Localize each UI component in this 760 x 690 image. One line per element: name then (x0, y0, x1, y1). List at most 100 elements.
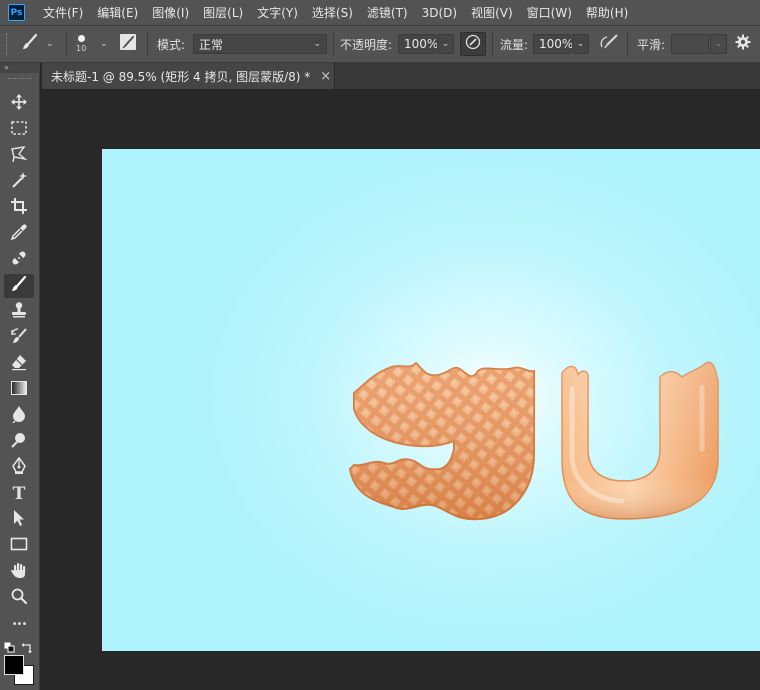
gradient-tool[interactable] (4, 378, 34, 402)
opacity-label: 不透明度: (340, 37, 393, 52)
magnifier-icon (10, 587, 28, 609)
smoothing-chevron-down-icon: ⌄ (714, 39, 723, 49)
flow-input[interactable]: 100% (533, 34, 574, 54)
foreground-color-swatch[interactable] (4, 655, 24, 675)
brush-tool[interactable] (4, 274, 34, 298)
panel-grip (8, 78, 32, 81)
airbrush-toggle[interactable] (598, 26, 620, 62)
healing-brush-tool[interactable] (4, 248, 34, 272)
more-tools[interactable]: ••• (4, 612, 34, 636)
gradient-icon (10, 380, 28, 400)
menu-type[interactable]: 文字(Y) (257, 4, 298, 21)
pressure-opacity-toggle[interactable] (460, 32, 486, 56)
gear-icon (735, 34, 751, 54)
document-tab-title: 未标题-1 @ 89.5% (矩形 4 拷贝, 图层蒙版/8) * (51, 69, 311, 84)
document-tab-bar: 未标题-1 @ 89.5% (矩形 4 拷贝, 图层蒙版/8) * × (42, 63, 760, 89)
brush-picker[interactable]: 10 (76, 26, 86, 62)
menu-select[interactable]: 选择(S) (312, 4, 353, 21)
document-canvas[interactable] (102, 149, 760, 651)
type-icon: T (12, 484, 26, 504)
flow-chevron-down-icon: ⌄ (576, 39, 585, 49)
opacity-input[interactable]: 100% (398, 34, 439, 54)
document-tab[interactable]: 未标题-1 @ 89.5% (矩形 4 拷贝, 图层蒙版/8) * × (42, 63, 335, 89)
blur-tool[interactable] (4, 404, 34, 428)
options-bar: ⌄ 10 ⌄ 模式: 正常 ⌄ 不透明度: 100% ⌄ 流量: 100% ⌄ … (0, 25, 760, 63)
brush-size: 10 (76, 44, 87, 53)
magic-wand-tool[interactable] (4, 170, 34, 194)
rectangle-icon (10, 536, 28, 556)
bandage-icon (10, 249, 28, 271)
airbrush-icon (598, 33, 620, 55)
crop-tool[interactable] (4, 196, 34, 220)
move-icon (10, 93, 28, 115)
menu-file[interactable]: 文件(F) (43, 4, 83, 21)
tools-panel: » T ••• (0, 63, 40, 690)
opacity-chevron-down-icon: ⌄ (441, 39, 450, 49)
tool-preset-picker[interactable]: ⌄ (20, 26, 54, 62)
smoothing-input[interactable] (671, 34, 709, 54)
menu-filter[interactable]: 滤镜(T) (367, 4, 408, 21)
crop-icon (10, 197, 28, 219)
polygonal-lasso-icon (10, 145, 28, 167)
eraser-tool[interactable] (4, 352, 34, 376)
eyedropper-tool[interactable] (4, 222, 34, 246)
preset-chevron-down-icon: ⌄ (46, 39, 54, 49)
waffle-letter-g (349, 362, 535, 521)
brush-icon (20, 32, 40, 56)
mode-value: 正常 (199, 37, 224, 52)
menu-view[interactable]: 视图(V) (471, 4, 513, 21)
arrow-cursor-icon (10, 509, 28, 531)
menu-layer[interactable]: 图层(L) (203, 4, 243, 21)
menu-window[interactable]: 窗口(W) (527, 4, 572, 21)
history-brush-icon (10, 327, 28, 349)
opacity-value: 100% (404, 37, 439, 51)
menu-help[interactable]: 帮助(H) (586, 4, 628, 21)
panel-collapse-button[interactable]: » (0, 63, 40, 73)
smoothing-label: 平滑: (637, 37, 666, 52)
dodge-tool[interactable] (4, 430, 34, 454)
brush-icon (10, 275, 28, 297)
mode-select[interactable]: 正常 ⌄ (193, 34, 327, 54)
eraser-icon (10, 353, 28, 375)
brush-tip-icon (77, 35, 85, 42)
move-tool[interactable] (4, 92, 34, 116)
zoom-tool[interactable] (4, 586, 34, 610)
dodge-icon (10, 431, 28, 453)
pressure-pen-icon (465, 34, 481, 54)
hand-icon (10, 561, 28, 583)
lasso-tool[interactable] (4, 144, 34, 168)
mode-label: 模式: (157, 37, 186, 52)
flow-label: 流量: (500, 37, 529, 52)
rectangle-tool[interactable] (4, 534, 34, 558)
menu-image[interactable]: 图像(I) (152, 4, 189, 21)
smoothing-settings-button[interactable] (735, 26, 751, 62)
magic-wand-icon (10, 171, 28, 193)
mode-chevron-down-icon: ⌄ (313, 39, 321, 49)
hand-tool[interactable] (4, 560, 34, 584)
more-dots-icon: ••• (11, 618, 28, 630)
close-tab-icon[interactable]: × (320, 69, 331, 84)
cream-letter-u (561, 361, 719, 520)
photoshop-logo: Ps (8, 4, 25, 21)
eyedropper-icon (10, 223, 28, 245)
type-tool[interactable]: T (4, 482, 34, 506)
blur-drop-icon (10, 405, 28, 427)
flow-dropdown[interactable]: ⌄ (572, 34, 589, 54)
smoothing-dropdown[interactable]: ⌄ (710, 34, 727, 54)
rectangular-marquee-icon (10, 120, 28, 140)
brush-settings-button[interactable] (119, 26, 137, 62)
brush-chevron-down-icon[interactable]: ⌄ (100, 39, 108, 49)
clone-stamp-tool[interactable] (4, 300, 34, 324)
path-selection-tool[interactable] (4, 508, 34, 532)
menu-3d[interactable]: 3D(D) (422, 6, 457, 20)
options-grip (6, 26, 16, 62)
pen-nib-icon (10, 456, 28, 479)
menu-edit[interactable]: 编辑(E) (97, 4, 138, 21)
pen-tool[interactable] (4, 456, 34, 480)
brush-settings-icon (119, 33, 137, 55)
flow-value: 100% (539, 37, 574, 51)
history-brush-tool[interactable] (4, 326, 34, 350)
marquee-tool[interactable] (4, 118, 34, 142)
opacity-dropdown[interactable]: ⌄ (437, 34, 454, 54)
artwork (349, 361, 719, 521)
